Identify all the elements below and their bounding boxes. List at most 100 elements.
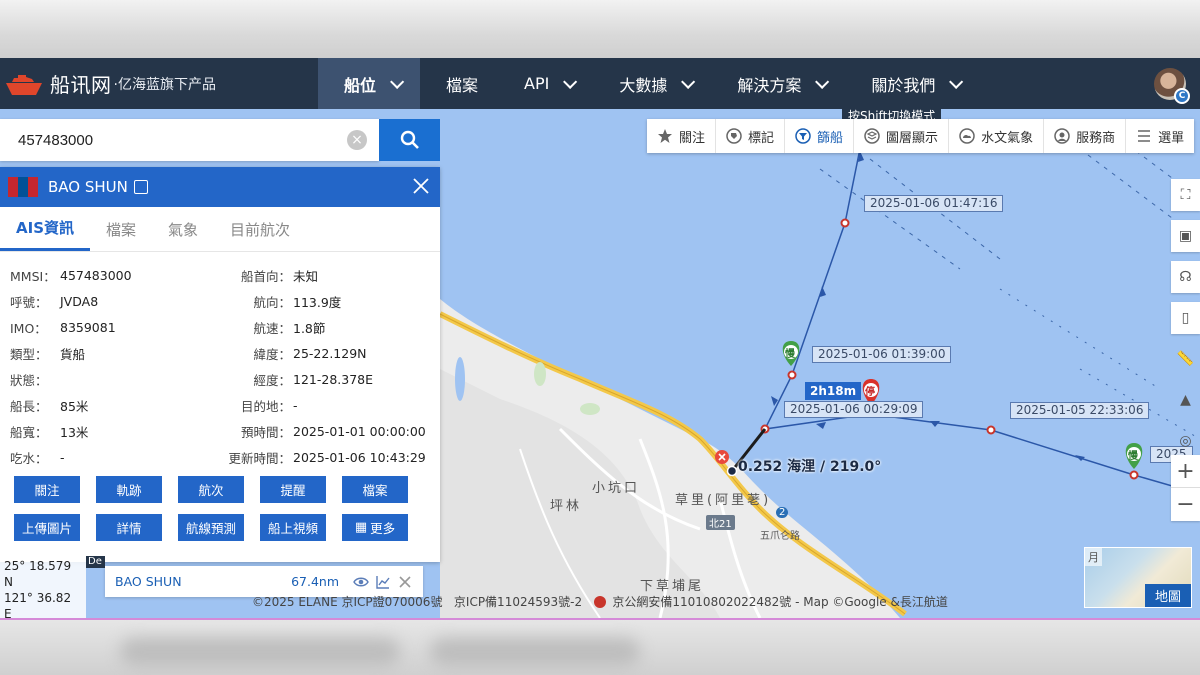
info-row: 經度： 121-28.378E [215, 366, 430, 392]
toolbox-button[interactable]: ▣ [1171, 220, 1200, 252]
locate-button[interactable]: ◎ [1171, 425, 1200, 457]
eye-icon[interactable] [353, 574, 369, 590]
alert-button[interactable]: 提醒 [260, 476, 326, 503]
tool-mark[interactable]: 標記 [716, 119, 786, 153]
zoom-out-button[interactable]: − [1171, 488, 1200, 521]
archive-button[interactable]: 檔案 [342, 476, 408, 503]
tab-current-voyage[interactable]: 目前航次 [214, 207, 306, 251]
zoom-in-button[interactable]: + [1171, 455, 1200, 488]
edit-icon[interactable] [133, 180, 148, 194]
map-type-button[interactable]: 地圖 [1144, 584, 1191, 607]
info-key: 航速： [253, 320, 291, 336]
info-value: 貨船 [60, 346, 86, 362]
grid-icon: ▦ [354, 520, 368, 535]
tool-service[interactable]: 服務商 [1044, 119, 1127, 153]
info-row: 呼號： JVDA8 [0, 288, 215, 314]
pond [580, 403, 600, 415]
locate-icon: ◎ [1179, 433, 1192, 449]
follow-button[interactable]: 關注 [14, 476, 80, 503]
info-row: 航速： 1.8節 [215, 314, 430, 340]
tab-weather[interactable]: 氣象 [152, 207, 214, 251]
support-button[interactable]: ☊ [1171, 261, 1200, 293]
track-button[interactable]: 軌跡 [96, 476, 162, 503]
close-icon[interactable] [397, 574, 413, 590]
nav-label: 解決方案 [737, 75, 802, 95]
avatar-badge: C [1174, 88, 1190, 104]
info-key: 呼號： [10, 294, 48, 310]
logo[interactable]: 船讯网 ·亿海蓝旗下产品 [0, 58, 318, 109]
info-value: JVDA8 [60, 293, 99, 309]
chart-icon[interactable] [375, 574, 391, 590]
nav-item-ship-position[interactable]: 船位 [318, 58, 421, 109]
tool-filter-ships[interactable]: 篩船 [785, 119, 855, 153]
info-key: MMSI： [10, 268, 56, 284]
close-icon[interactable] [412, 177, 430, 195]
more-button[interactable]: ▦ 更多 [342, 514, 408, 541]
nav-item-big-data[interactable]: 大數據 [593, 58, 711, 109]
nav-item-archive[interactable]: 檔案 [420, 58, 498, 109]
ais-info-grid: MMSI： 457483000 呼號： JVDA8 IMO： 8359081 類型： 貨… [0, 252, 440, 470]
chevron-down-icon [949, 74, 964, 89]
info-row: 吃水： - [0, 444, 215, 470]
info-key: 船寬： [10, 424, 48, 440]
copyright-bar: ©2025 ELANE 京ICP證070006號 京ICP備11024593號-… [252, 593, 948, 610]
tab-archive[interactable]: 檔案 [90, 207, 152, 251]
icp-text: 京ICP備11024593號-2 [453, 595, 583, 609]
info-row: 船首向： 未知 [215, 262, 430, 288]
stop-duration-badge: 2h18m [805, 382, 862, 400]
chevron-down-icon [390, 74, 405, 89]
search-input[interactable] [0, 119, 379, 161]
nav-item-about[interactable]: 關於我們 [845, 58, 979, 109]
filter-icon [795, 128, 811, 144]
zoom-control: + − [1171, 455, 1200, 521]
tool-weather[interactable]: 水文氣象 [949, 119, 1045, 153]
tool-label: 水文氣象 [981, 130, 1034, 146]
onboard-video-button[interactable]: 船上視頻 [260, 514, 326, 541]
tool-menu[interactable]: 選單 [1126, 119, 1194, 153]
info-value: 2025-01-06 10:43:29 [293, 449, 426, 465]
route-prediction-button[interactable]: 航線預測 [178, 514, 244, 541]
marker-stop-label: 停 [865, 387, 875, 398]
clear-icon[interactable]: × [347, 130, 367, 150]
chevron-down-icon [563, 74, 578, 89]
nav-label: API [524, 74, 550, 93]
info-value: 85米 [60, 398, 89, 414]
info-row: 類型： 貨船 [0, 340, 215, 366]
ship-track [763, 109, 1200, 495]
tool-follow[interactable]: 關注 [647, 119, 717, 153]
nav-item-solutions[interactable]: 解決方案 [711, 58, 845, 109]
details-button[interactable]: 詳情 [96, 514, 162, 541]
track-time-label: 2025-01-06 00:29:09 [784, 401, 924, 418]
ruler-button[interactable]: 📏 [1171, 343, 1200, 375]
tool-layers[interactable]: 圖層顯示 [854, 119, 950, 153]
search-button[interactable] [379, 119, 440, 161]
mobile-button[interactable]: ▯ [1171, 302, 1200, 334]
info-key: 經度： [253, 372, 291, 388]
ship-name: BAO SHUN [48, 178, 128, 196]
headset-icon: ☊ [1179, 269, 1192, 285]
info-key: 航向： [253, 294, 291, 310]
user-avatar[interactable]: C [1154, 68, 1190, 104]
place-label: 五爪仑路 [760, 531, 800, 542]
compass-icon: ▲ [1180, 392, 1191, 408]
fullscreen-button[interactable]: ⛶ [1171, 179, 1200, 211]
minimap[interactable]: 月 地圖 [1084, 547, 1192, 608]
track-arrow [816, 422, 826, 429]
compass-button[interactable]: ▲ [1171, 384, 1200, 416]
top-navigation-bar: 船讯网 ·亿海蓝旗下产品 船位 檔案 API 大數據 解決方案 關於我們 C [0, 58, 1200, 109]
nav-label: 檔案 [446, 75, 479, 95]
track-arrow [1075, 455, 1085, 461]
pond [455, 357, 465, 401]
logo-text: 船讯网 [50, 73, 112, 97]
track-time-label: 2025-01-05 22:33:06 [1010, 402, 1150, 419]
info-key: 船首向： [240, 268, 291, 284]
place-label: 坪林 [550, 499, 583, 514]
star-icon [658, 129, 672, 143]
info-key: 更新時間： [228, 450, 291, 466]
voyage-button[interactable]: 航次 [178, 476, 244, 503]
upload-image-button[interactable]: 上傳圖片 [14, 514, 80, 541]
nav-item-api[interactable]: API [498, 58, 593, 109]
logo-subtitle: ·亿海蓝旗下产品 [113, 76, 216, 93]
tab-ais-info[interactable]: AIS資訊 [0, 207, 90, 251]
info-value: 8359081 [60, 319, 116, 335]
